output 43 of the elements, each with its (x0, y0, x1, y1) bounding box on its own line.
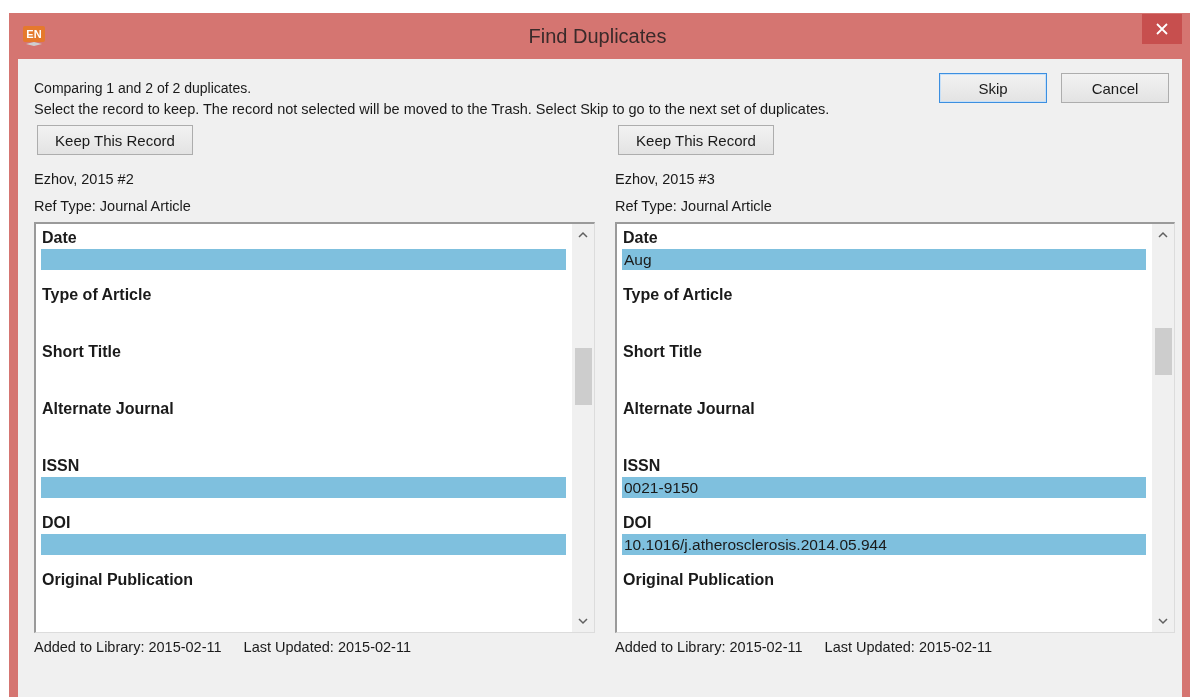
field-label: Date (622, 228, 659, 248)
instruction-text: Select the record to keep. The record not selected will be moved to the Trash. Select Skip to go to the next set of duplicates. (34, 101, 831, 117)
field-value: Aug (622, 249, 1146, 270)
dialog-button[interactable]: Cancel (1061, 73, 1169, 103)
status-text: Comparing 1 and 2 of 2 duplicates. (34, 80, 252, 96)
dialog-button[interactable]: Skip (939, 73, 1047, 103)
scroll-down-icon[interactable] (578, 618, 588, 625)
field-label: Short Title (622, 342, 703, 362)
field-label: Short Title (41, 342, 122, 362)
record-name: Ezhov, 2015 #2 (34, 170, 134, 189)
updated-date: Last Updated: 2015-02-11 (824, 639, 992, 655)
scrollbar[interactable] (1152, 224, 1174, 632)
scroll-up-icon[interactable] (1158, 231, 1168, 238)
added-date: Added to Library: 2015-02-11 (615, 639, 803, 655)
field-value: 10.1016/j.atherosclerosis.2014.05.944 (622, 534, 1146, 555)
updated-date: Last Updated: 2015-02-11 (243, 639, 411, 655)
field-label: Type of Article (41, 285, 153, 305)
field-label: ISSN (622, 456, 662, 476)
field-label: DOI (41, 513, 72, 533)
field-label: Type of Article (622, 285, 734, 305)
close-button[interactable] (1142, 14, 1182, 44)
field-label: ISSN (41, 456, 81, 476)
field-label: Original Publication (41, 570, 195, 590)
field-label: DOI (622, 513, 653, 533)
close-icon (1156, 23, 1168, 35)
ref-type-label: Ref Type: Journal Article (34, 197, 191, 216)
field-label: Alternate Journal (41, 399, 175, 419)
added-date: Added to Library: 2015-02-11 (34, 639, 222, 655)
scroll-thumb[interactable] (1155, 328, 1172, 375)
field-label: Date (41, 228, 78, 248)
field-label: Alternate Journal (622, 399, 756, 419)
keep-record-button[interactable]: Keep This Record (618, 125, 774, 155)
ref-type-label: Ref Type: Journal Article (615, 197, 772, 216)
scroll-up-icon[interactable] (578, 231, 588, 238)
scroll-thumb[interactable] (575, 348, 592, 405)
record-name: Ezhov, 2015 #3 (615, 170, 715, 189)
app-logo: EN (23, 25, 45, 47)
field-label: Original Publication (622, 570, 776, 590)
window-title: Find Duplicates (527, 24, 668, 48)
field-value: 0021-9150 (622, 477, 1146, 498)
scroll-down-icon[interactable] (1158, 618, 1168, 625)
scrollbar[interactable] (572, 224, 594, 632)
keep-record-button[interactable]: Keep This Record (37, 125, 193, 155)
